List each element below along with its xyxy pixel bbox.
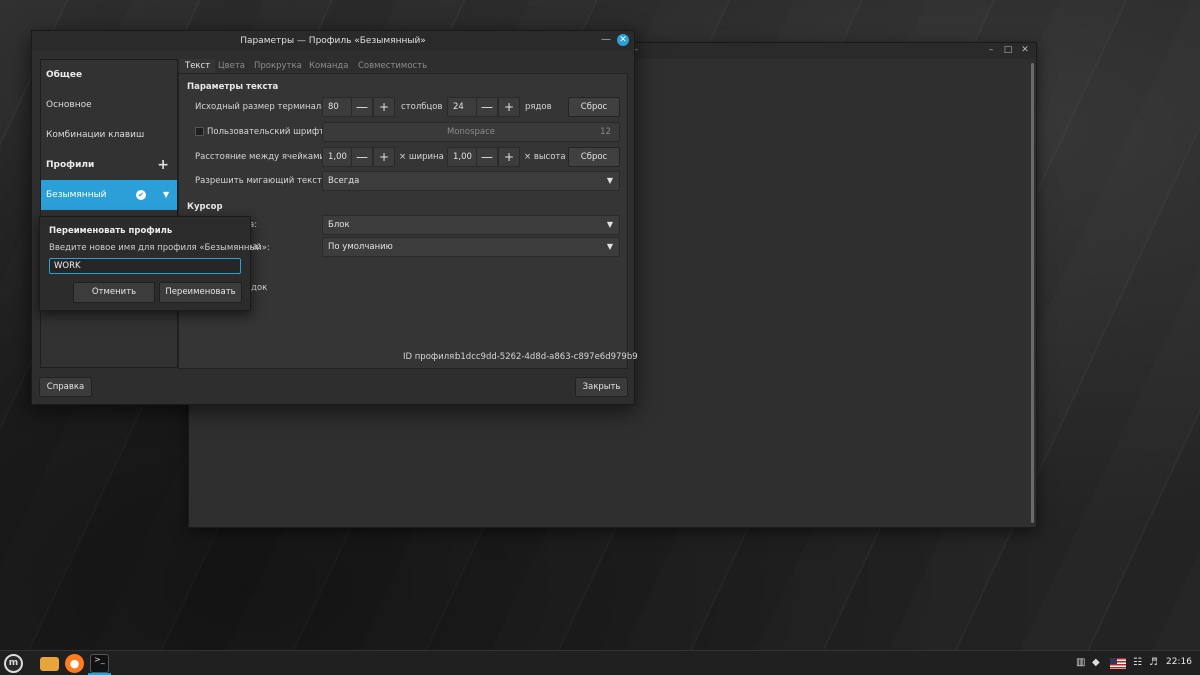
tab-scrolling[interactable]: Прокрутка xyxy=(254,59,302,73)
blink-text-select[interactable]: Всегда ▼ xyxy=(322,171,620,191)
tab-compatibility[interactable]: Совместимость xyxy=(358,59,427,73)
clipboard-icon[interactable]: ▥ xyxy=(1076,656,1085,670)
sidebar-item-shortcuts[interactable]: Комбинации клавиш xyxy=(41,120,177,150)
rows-plus-button[interactable]: + xyxy=(498,97,520,117)
cell-width-input[interactable]: 1,00 xyxy=(322,147,352,167)
cursor-extra-label: док xyxy=(251,283,268,293)
blink-text-value: Всегда xyxy=(328,176,360,186)
custom-font-checkbox[interactable] xyxy=(195,127,204,136)
tab-command[interactable]: Команда xyxy=(309,59,349,73)
folder-icon[interactable] xyxy=(40,657,59,671)
network-icon[interactable]: ☷ xyxy=(1133,656,1142,670)
terminal-size-label: Исходный размер терминала: xyxy=(195,102,330,112)
keyboard-layout-flag-icon[interactable] xyxy=(1110,658,1126,669)
volume-icon[interactable]: ♬ xyxy=(1149,656,1158,670)
rows-minus-button[interactable]: — xyxy=(476,97,498,117)
chevron-down-icon: ▼ xyxy=(606,176,613,185)
cell-spacing-label: Расстояние между ячейками: xyxy=(195,152,328,162)
cursor-blink-select[interactable]: По умолчанию ▼ xyxy=(322,237,620,257)
profile-id-value: b1dcc9dd-5262-4d8d-a863-c897e6d979b9 xyxy=(455,352,638,362)
close-icon[interactable]: ✕ xyxy=(1020,45,1030,55)
profile-menu-chevron-down-icon[interactable]: ▼ xyxy=(163,180,169,210)
height-plus-button[interactable]: + xyxy=(498,147,520,167)
popover-description: Введите новое имя для профиля «Безымянны… xyxy=(49,243,270,253)
close-button[interactable]: Закрыть xyxy=(575,377,628,397)
columns-input[interactable]: 80 xyxy=(322,97,352,117)
columns-unit: столбцов xyxy=(401,102,443,112)
tab-colors[interactable]: Цвета xyxy=(218,59,245,73)
dialog-titlebar[interactable]: Параметры — Профиль «Безымянный» — ✕ xyxy=(32,31,634,51)
cursor-blink-value: По умолчанию xyxy=(328,242,393,252)
reset-size-button[interactable]: Сброс xyxy=(568,97,620,117)
maximize-icon[interactable]: □ xyxy=(1003,45,1013,55)
chevron-down-icon: ▼ xyxy=(606,220,613,229)
profile-name: Безымянный xyxy=(46,190,107,200)
terminal-scrollbar[interactable] xyxy=(1031,63,1034,523)
add-profile-icon[interactable]: + xyxy=(157,150,169,180)
popover-title: Переименовать профиль xyxy=(49,226,173,236)
sidebar-item-profile[interactable]: Безымянный ✔ ▼ xyxy=(41,180,177,210)
font-chooser-button[interactable]: Monospace 12 xyxy=(322,122,620,142)
blink-text-label: Разрешить мигающий текст: xyxy=(195,176,325,186)
tab-text[interactable]: Текст xyxy=(180,59,216,73)
minimize-icon[interactable]: – xyxy=(986,45,996,55)
default-check-icon: ✔ xyxy=(136,190,146,200)
reset-spacing-button[interactable]: Сброс xyxy=(568,147,620,167)
height-minus-button[interactable]: — xyxy=(476,147,498,167)
text-section-title: Параметры текста xyxy=(187,82,279,92)
sidebar: Общее Основное Комбинации клавиш Профили… xyxy=(40,59,178,368)
rows-unit: рядов xyxy=(525,102,552,112)
dialog-title: Параметры — Профиль «Безымянный» xyxy=(240,36,426,46)
rename-button[interactable]: Переименовать xyxy=(159,282,242,303)
minimize-icon[interactable]: — xyxy=(600,34,612,46)
cancel-button[interactable]: Отменить xyxy=(73,282,155,303)
cell-height-input[interactable]: 1,00 xyxy=(447,147,477,167)
profile-name-input[interactable]: WORK xyxy=(49,258,241,274)
sidebar-header-general: Общее xyxy=(46,70,83,80)
width-minus-button[interactable]: — xyxy=(351,147,373,167)
profile-id-label: ID профиля: xyxy=(403,352,458,362)
cursor-shape-value: Блок xyxy=(328,220,350,230)
font-name: Monospace xyxy=(446,127,496,137)
sidebar-header-profiles: Профили + xyxy=(41,150,177,180)
rows-input[interactable]: 24 xyxy=(447,97,477,117)
close-icon[interactable]: ✕ xyxy=(617,34,629,46)
columns-plus-button[interactable]: + xyxy=(373,97,395,117)
width-unit: × ширина xyxy=(399,152,444,162)
clock[interactable]: 22:16 xyxy=(1166,657,1192,667)
height-unit: × высота xyxy=(524,152,566,162)
width-plus-button[interactable]: + xyxy=(373,147,395,167)
shield-icon[interactable]: ◆ xyxy=(1092,656,1100,670)
menu-icon[interactable]: m xyxy=(4,654,23,673)
firefox-icon[interactable]: ● xyxy=(65,654,84,673)
chevron-down-icon: ▼ xyxy=(606,242,613,251)
taskbar: m ● >_ ▥ ◆ ☷ ♬ 22:16 xyxy=(0,650,1200,675)
help-button[interactable]: Справка xyxy=(39,377,92,397)
profiles-header-label: Профили xyxy=(46,160,95,170)
terminal-icon[interactable]: >_ xyxy=(90,654,109,673)
font-size: 12 xyxy=(600,127,611,137)
custom-font-label: Пользовательский шрифт: xyxy=(207,127,327,137)
cursor-section-title: Курсор xyxy=(187,202,223,212)
columns-minus-button[interactable]: — xyxy=(351,97,373,117)
cursor-shape-select[interactable]: Блок ▼ xyxy=(322,215,620,235)
rename-profile-popover: Переименовать профиль Введите новое имя … xyxy=(39,216,270,311)
sidebar-item-main[interactable]: Основное xyxy=(41,90,177,120)
